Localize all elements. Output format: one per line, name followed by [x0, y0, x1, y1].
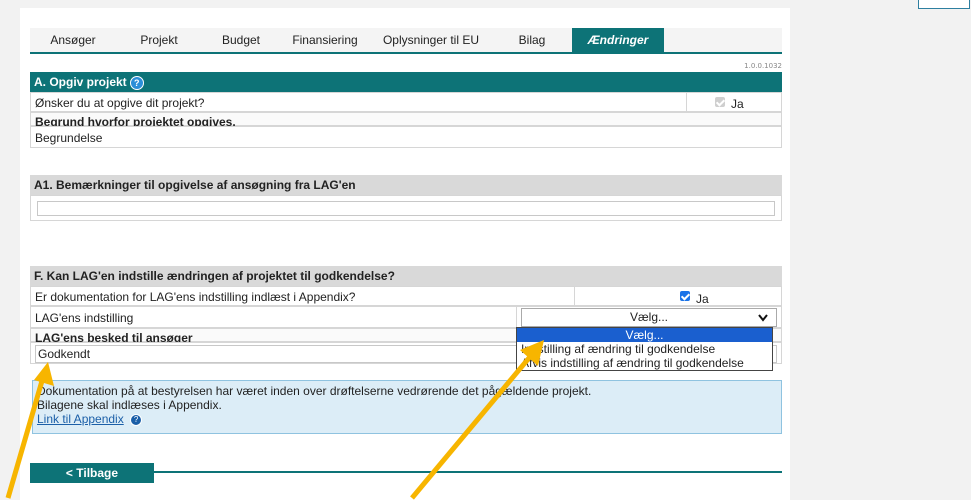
annotation-arrow-right-icon: [410, 340, 544, 500]
section-f-header: F. Kan LAG'en indstille ændringen af pro…: [30, 266, 782, 286]
indstilling-label: LAG'ens indstilling: [35, 311, 134, 325]
indstilling-select[interactable]: Vælg...: [521, 308, 777, 327]
opgiv-question: Ønsker du at opgive dit projekt?: [35, 96, 205, 110]
a1-remarks-input[interactable]: [37, 201, 775, 216]
section-a-header: A. Opgiv projekt?: [30, 72, 782, 92]
annotation-arrow-left-icon: [5, 362, 54, 499]
opgiv-checkbox-label: Ja: [731, 97, 744, 111]
section-a-title: A. Opgiv projekt: [34, 75, 127, 89]
tab-projekt[interactable]: Projekt: [116, 28, 202, 52]
tab-bar: Ansøger Projekt Budget Finansiering Oply…: [30, 28, 782, 54]
reason-label-row: Begrund hvorfor projektet opgives.: [30, 112, 782, 129]
chevron-down-icon: [758, 314, 768, 322]
tab-aendringer[interactable]: Ændringer: [572, 28, 664, 52]
tab-finansiering[interactable]: Finansiering: [280, 28, 370, 52]
tab-bilag[interactable]: Bilag: [492, 28, 572, 52]
reason-value[interactable]: Begrundelse: [35, 131, 102, 145]
dokumentation-checkbox-label: Ja: [696, 292, 709, 306]
dokumentation-checkbox-cell: Ja: [574, 287, 781, 306]
help-icon[interactable]: ?: [129, 75, 144, 90]
dokumentation-question: Er dokumentation for LAG'ens indstilling…: [35, 290, 356, 304]
section-f-title: F. Kan LAG'en indstille ændringen af pro…: [34, 269, 395, 283]
opgiv-row: Ønsker du at opgive dit projekt? Ja: [30, 92, 782, 112]
section-a1-header: A1. Bemærkninger til opgivelse af ansøgn…: [30, 175, 782, 195]
opgiv-checkbox-cell: Ja: [686, 93, 781, 111]
tab-ansoger[interactable]: Ansøger: [30, 28, 116, 52]
tab-budget[interactable]: Budget: [202, 28, 280, 52]
dokumentation-row: Er dokumentation for LAG'ens indstilling…: [30, 286, 782, 306]
indstilling-row: LAG'ens indstilling Vælg...: [30, 306, 782, 328]
reason-row: Begrundelse: [30, 126, 782, 148]
indstilling-select-value: Vælg...: [629, 310, 668, 324]
version-label: 1.0.0.1032: [744, 62, 782, 70]
dokumentation-checkbox-icon[interactable]: [680, 291, 690, 301]
opgiv-checkbox-icon[interactable]: [715, 97, 725, 107]
top-right-button-edge[interactable]: [918, 0, 970, 9]
tab-oplysninger-eu[interactable]: Oplysninger til EU: [370, 28, 492, 52]
question-icon[interactable]: ?: [130, 413, 143, 426]
section-a1-title: A1. Bemærkninger til opgivelse af ansøgn…: [34, 178, 356, 192]
a1-input-row: [30, 195, 782, 221]
